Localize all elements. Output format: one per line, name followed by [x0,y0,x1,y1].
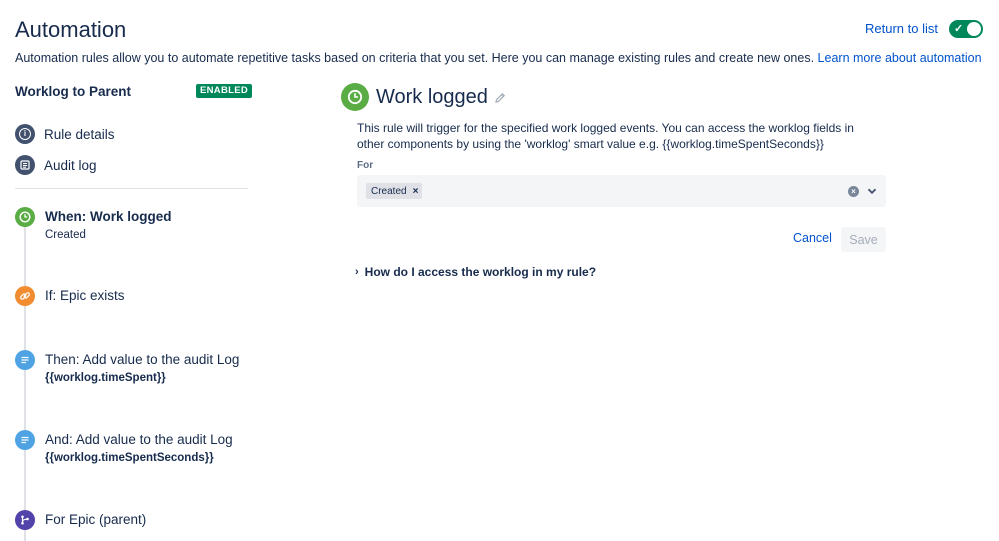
panel-title: Work logged [376,86,488,108]
branch-icon [15,510,35,530]
chevron-down-icon[interactable] [866,184,878,196]
link-icon [15,286,35,306]
toggle-knob [967,22,981,36]
cancel-button[interactable]: Cancel [789,229,836,247]
step-condition[interactable]: If: Epic exists [15,286,125,306]
nav-label: Audit log [44,157,97,173]
rule-name: Worklog to Parent [15,84,132,99]
step-title: If: Epic exists [45,288,125,303]
return-to-list-link[interactable]: Return to list [865,21,938,36]
clear-icon[interactable]: × [848,186,859,197]
clock-icon [15,207,35,227]
nav-label: Rule details [44,126,115,142]
check-icon: ✓ [954,23,964,35]
nav-rule-details[interactable]: i Rule details [15,124,115,144]
step-action-1[interactable]: Then: Add value to the audit Log {{workl… [15,350,239,384]
pencil-icon[interactable] [494,91,508,105]
save-button[interactable]: Save [841,227,886,252]
rule-enabled-toggle[interactable]: ✓ [949,20,983,38]
page-title: Automation [15,17,127,42]
status-badge: ENABLED [196,84,253,98]
info-icon: i [15,124,35,144]
step-subtitle: {{worklog.timeSpent}} [45,372,166,384]
sidebar-divider [15,188,248,189]
step-title: And: Add value to the audit Log [45,432,233,447]
step-title: For Epic (parent) [45,512,147,527]
list-icon [15,155,35,175]
chevron-right-icon: › [355,266,359,278]
nav-audit-log[interactable]: Audit log [15,155,97,175]
clock-icon [341,83,369,111]
event-type-select[interactable]: Created × × [357,175,886,207]
page-description: Automation rules allow you to automate r… [15,51,982,65]
tag-label: Created [371,185,407,197]
step-branch[interactable]: For Epic (parent) [15,510,146,530]
description-text: Automation rules allow you to automate r… [15,51,815,65]
learn-more-link[interactable]: Learn more about automation [818,51,982,65]
step-action-2[interactable]: And: Add value to the audit Log {{worklo… [15,430,233,464]
audit-log-icon [15,430,35,450]
step-title: When: Work logged [45,209,172,224]
selected-tag: Created × [366,183,423,199]
faq-label: How do I access the worklog in my rule? [364,265,597,279]
audit-log-icon [15,350,35,370]
step-trigger[interactable]: When: Work logged Created [15,207,172,241]
step-subtitle: Created [45,229,86,241]
remove-tag-icon[interactable]: × [413,186,419,197]
for-label: For [357,160,374,171]
step-title: Then: Add value to the audit Log [45,352,240,367]
step-subtitle: {{worklog.timeSpentSeconds}} [45,452,214,464]
panel-description: This rule will trigger for the specified… [357,121,854,151]
faq-expander[interactable]: › How do I access the worklog in my rule… [355,265,596,279]
